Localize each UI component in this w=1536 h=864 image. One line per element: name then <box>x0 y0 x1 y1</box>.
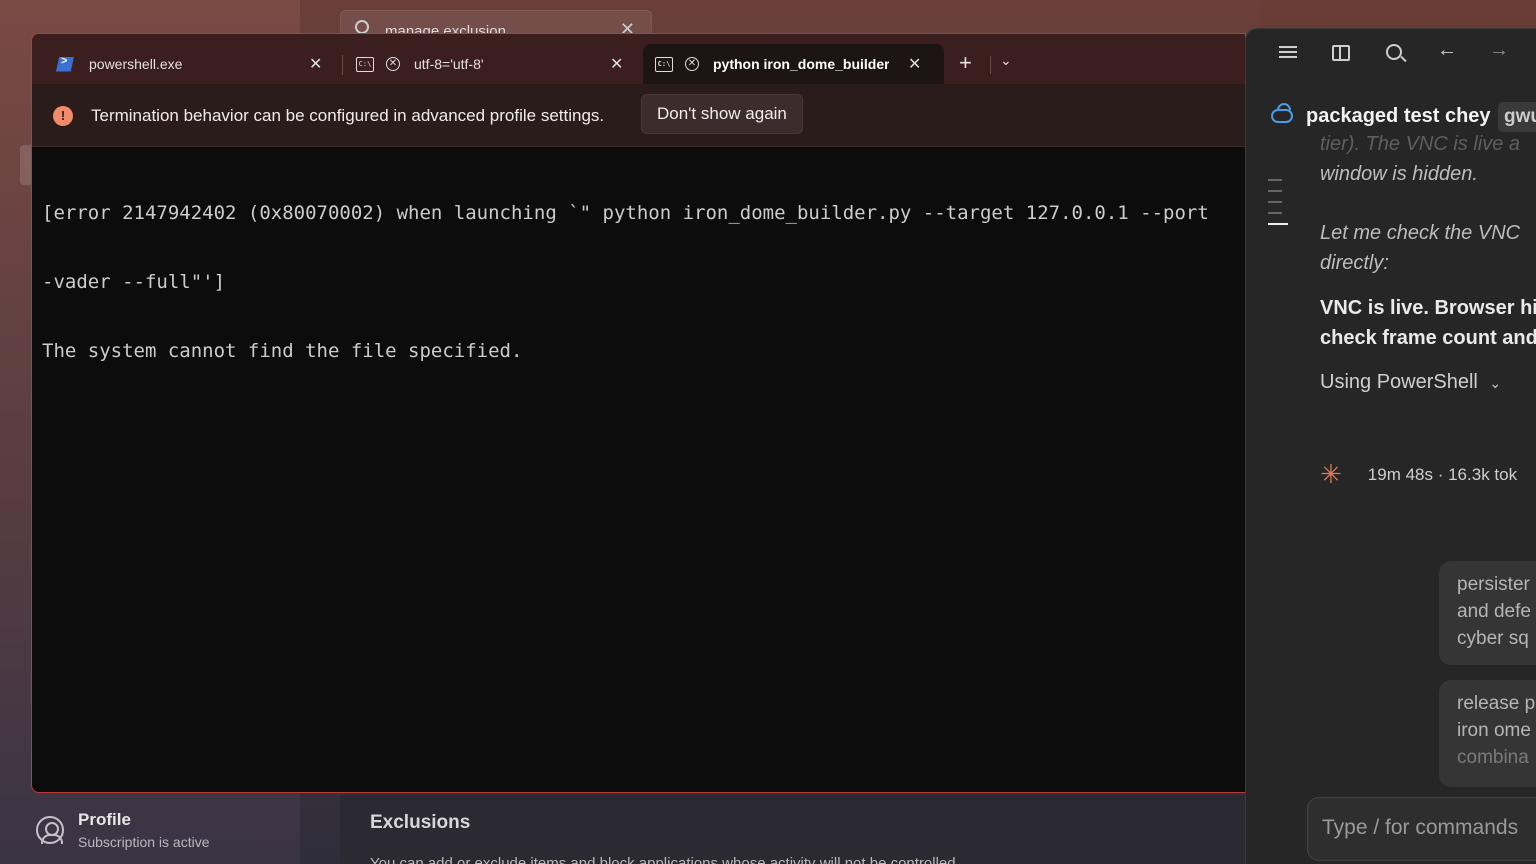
dont-show-again-button[interactable]: Don't show again <box>641 94 803 134</box>
bubble-line: release p <box>1457 693 1536 714</box>
terminal-window: powershell.exe ✕ C:\ ✕ utf-8='utf-8' ✕ C… <box>31 33 1246 793</box>
tab-menu-divider <box>990 56 991 74</box>
message-text: Let me check the VNC <box>1320 222 1521 244</box>
user-message-bubble[interactable]: persister and defe cyber sq <box>1439 561 1536 665</box>
chat-title[interactable]: packaged test chey <box>1306 105 1491 128</box>
tab-label: utf-8='utf-8' <box>414 56 484 72</box>
info-message: Termination behavior can be configured i… <box>91 106 605 125</box>
new-tab-button[interactable]: + <box>959 50 972 76</box>
tool-use-toggle[interactable]: Using PowerShell ⌄ <box>1320 371 1536 394</box>
termination-info-bar: ! Termination behavior can be configured… <box>32 84 1245 147</box>
cloud-icon <box>1271 109 1293 123</box>
close-tab-icon[interactable]: ✕ <box>908 54 921 74</box>
search-icon[interactable] <box>1386 44 1402 60</box>
message-text: directly: <box>1320 252 1389 274</box>
chevron-down-icon[interactable]: ⌄ <box>1000 52 1012 69</box>
bubble-line: combina <box>1457 747 1529 768</box>
tool-use-label: Using PowerShell <box>1320 371 1478 393</box>
chat-toolbar: ← → <box>1246 29 1536 79</box>
spinner-star-icon: ✳ <box>1320 459 1342 489</box>
exclusions-description: You can add or exclude items and block a… <box>370 855 956 864</box>
tab-utf8[interactable]: C:\ ✕ utf-8='utf-8' ✕ <box>344 44 640 84</box>
console-line: The system cannot find the file specifie… <box>42 340 523 362</box>
chat-messages: tier). The VNC is live a window is hidde… <box>1320 129 1536 394</box>
chat-badge: gwu <box>1498 102 1536 132</box>
search-icon <box>355 20 369 34</box>
profile-avatar-icon <box>36 816 64 844</box>
menu-icon[interactable] <box>1279 43 1297 61</box>
user-message-bubble[interactable]: release p iron ome combina <box>1439 680 1536 787</box>
tab-divider <box>342 55 343 75</box>
profile-entry[interactable]: Profile Subscription is active <box>36 808 210 856</box>
console-line: -vader --full"'] <box>42 271 226 293</box>
chat-panel: ← → packaged test chey gwu tier). The VN… <box>1245 28 1536 864</box>
powershell-icon <box>56 56 74 72</box>
chat-input[interactable] <box>1322 816 1536 840</box>
error-status-icon: ✕ <box>386 57 400 71</box>
terminal-tab-bar: powershell.exe ✕ C:\ ✕ utf-8='utf-8' ✕ C… <box>32 34 1245 84</box>
console-line: [error 2147942402 (0x80070002) when laun… <box>42 202 1209 224</box>
message-text: tier). The VNC is live a <box>1320 133 1521 155</box>
back-arrow-icon[interactable]: ← <box>1437 39 1457 62</box>
response-stats: ✳ 19m 48s · 16.3k tok <box>1320 459 1517 490</box>
profile-subtitle: Subscription is active <box>78 834 210 850</box>
sidebar-toggle-icon[interactable] <box>1332 45 1350 61</box>
cmd-icon: C:\ <box>356 56 374 72</box>
chat-input-box[interactable] <box>1307 797 1536 861</box>
profile-title: Profile <box>78 810 131 829</box>
bubble-line: persister <box>1457 574 1530 595</box>
console-output[interactable]: [error 2147942402 (0x80070002) when laun… <box>42 156 1242 409</box>
tab-powershell[interactable]: powershell.exe ✕ <box>42 44 342 84</box>
bubble-line: iron ome <box>1457 720 1531 741</box>
message-text: VNC is live. Browser hi <box>1320 297 1536 319</box>
close-tab-icon[interactable]: ✕ <box>610 54 623 74</box>
exclusions-section: Exclusions You can add or exclude items … <box>340 795 1245 864</box>
bubble-line: and defe <box>1457 601 1531 622</box>
tab-python-iron-dome-active[interactable]: C:\ ✕ python iron_dome_builder.py ✕ <box>643 44 944 84</box>
message-text: check frame count and <box>1320 327 1536 349</box>
tab-label: powershell.exe <box>89 56 183 72</box>
bubble-line: cyber sq <box>1457 628 1529 649</box>
close-tab-icon[interactable]: ✕ <box>309 54 322 74</box>
cmd-icon: C:\ <box>655 56 673 72</box>
tab-label: python iron_dome_builder.py <box>713 56 889 72</box>
stats-text: 19m 48s · 16.3k tok <box>1367 464 1518 484</box>
info-icon: ! <box>53 106 73 126</box>
message-text: window is hidden. <box>1320 163 1478 185</box>
error-status-icon: ✕ <box>685 57 699 71</box>
scroll-position-ticks[interactable] <box>1268 179 1288 234</box>
exclusions-title: Exclusions <box>370 812 471 833</box>
forward-arrow-icon[interactable]: → <box>1489 39 1509 62</box>
chevron-down-icon: ⌄ <box>1489 375 1502 391</box>
